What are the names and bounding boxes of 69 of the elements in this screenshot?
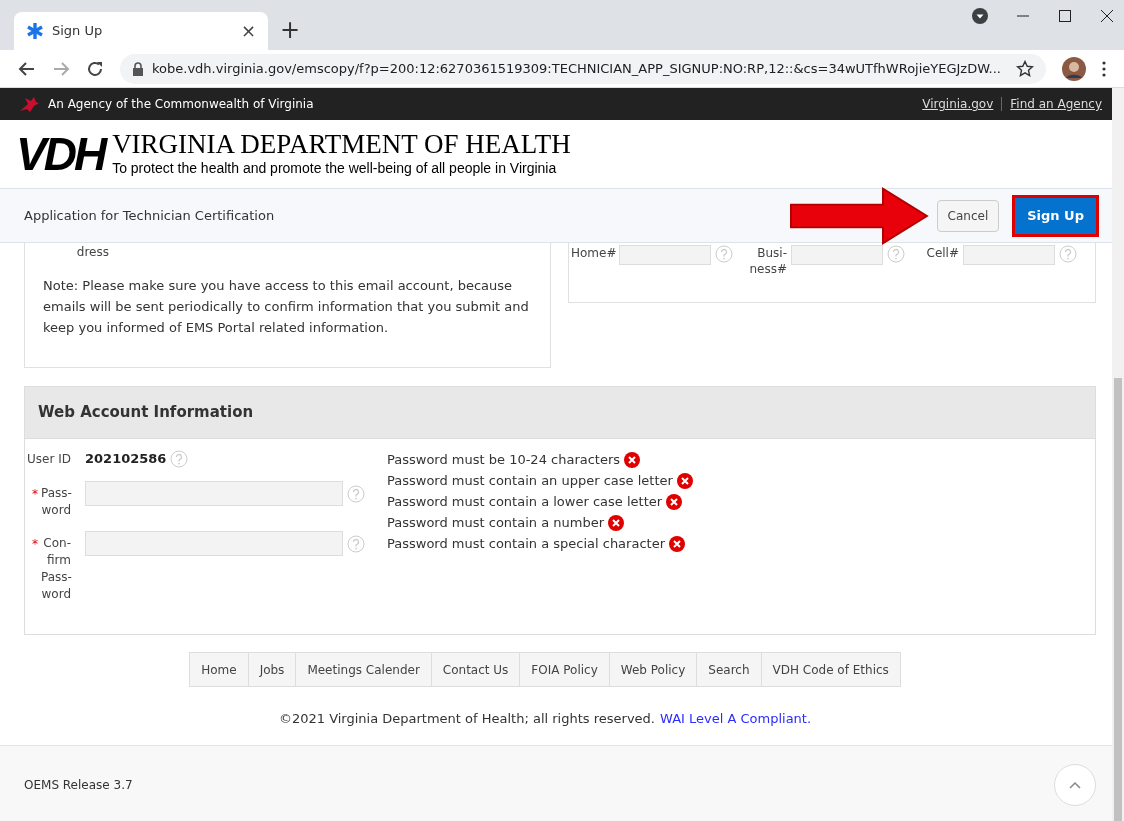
address-bar[interactable]: kobe.vdh.virginia.gov/emscopy/f?p=200:12:6270361519309:TECHNICIAN_APP_SIGNUP:NO:RP,12::&cs=34wUTfhWRojieYEGJzDW... — [120, 53, 1046, 84]
help-icon — [1059, 245, 1077, 263]
footer-link[interactable]: FOIA Policy — [519, 653, 609, 686]
url-text: kobe.vdh.virginia.gov/emscopy/f?p=200:12:6270361519309:TECHNICIAN_APP_SIGNUP:NO:RP,12::&cs=34wUTfhWRojieYEGJzDW... — [152, 59, 1002, 78]
user-id-value: 202102586 — [85, 450, 167, 468]
password-input-field[interactable] — [85, 530, 343, 556]
new-tab-button[interactable]: + — [280, 18, 301, 42]
field-label: Cell# — [925, 245, 959, 261]
phone-input-field[interactable] — [963, 245, 1055, 265]
footer-link[interactable]: Jobs — [247, 653, 296, 686]
star-of-life-icon — [26, 22, 44, 40]
star-icon — [1016, 59, 1034, 78]
password-rule: Password must contain a number — [387, 513, 604, 532]
field-label: Pass-word — [41, 484, 71, 519]
tab-title: Sign Up — [52, 22, 104, 41]
profile-avatar-icon — [1062, 56, 1086, 81]
release-text: OEMS Release 3.7 — [24, 776, 134, 794]
footer-link[interactable]: Search — [696, 653, 761, 686]
agency-link[interactable]: Virginia.gov — [922, 95, 994, 113]
footer-link[interactable]: VDH Code of Ethics — [760, 653, 900, 686]
help-icon — [170, 449, 189, 468]
compliance-link[interactable]: WAI Level A Compliant. — [660, 709, 812, 729]
forward-arrow-icon — [52, 59, 70, 78]
help-icon — [715, 245, 733, 263]
back-arrow-icon — [18, 59, 36, 78]
field-label: dress — [75, 244, 109, 261]
department-tagline: To protect the health and promote the well-being of all people in Virginia — [112, 158, 558, 178]
footer-link[interactable]: Meetings Calender — [295, 653, 431, 686]
required-mark: * — [32, 485, 38, 503]
phone-input-field[interactable] — [791, 245, 883, 265]
cardinal-bird-icon — [18, 95, 40, 113]
help-icon — [347, 534, 365, 553]
footer-link[interactable]: Home — [190, 653, 248, 686]
help-icon — [887, 245, 905, 263]
scrollbar-thumb[interactable] — [1114, 378, 1122, 821]
password-rule: Password must contain an upper case letter — [387, 471, 673, 490]
more-options-icon — [1102, 60, 1106, 77]
maximize-icon — [1058, 9, 1072, 23]
scroll-to-top-button[interactable] — [1054, 763, 1096, 806]
agency-text: An Agency of the Commonwealth of Virginia — [48, 96, 315, 113]
reload-icon — [86, 59, 104, 78]
close-tab-button[interactable]: × — [240, 22, 256, 40]
vdh-logo: VDH — [16, 131, 105, 177]
help-icon — [347, 484, 365, 503]
department-title: VIRGINIA DEPARTMENT OF HEALTH — [112, 129, 571, 158]
lock-icon — [132, 61, 144, 76]
password-rule: Password must be 10-24 characters — [387, 450, 621, 469]
required-mark: * — [32, 535, 38, 553]
agency-link[interactable]: Find an Agency — [1010, 95, 1102, 113]
panel-title: Web Account Information — [38, 402, 254, 424]
field-label: User ID — [27, 450, 71, 468]
password-input-field[interactable] — [85, 480, 343, 506]
cancel-button[interactable]: Cancel — [936, 199, 1000, 232]
close-icon — [1100, 9, 1114, 23]
password-rule: Password must contain a lower case letter — [387, 492, 663, 511]
page-title: Application for Technician Certification — [24, 206, 276, 225]
chevron-up-icon — [1069, 780, 1081, 789]
sign-up-button[interactable]: Sign Up — [1015, 197, 1096, 234]
field-label: Busi-ness# — [748, 245, 787, 277]
copyright-text: ©2021 Virginia Department of Health; all rights reserved. — [278, 710, 655, 728]
browser-tab[interactable]: Sign Up × — [14, 12, 268, 50]
email-note: Note: Please make sure you have access to this email account, because emails will be sent periodically to confirm information that you submit and keep you informed of EMS Portal related information. — [43, 277, 530, 337]
field-label: Home# — [571, 245, 615, 261]
footer-link[interactable]: Web Policy — [608, 653, 697, 686]
phone-input-field[interactable] — [619, 245, 711, 265]
footer-link[interactable]: Contact Us — [430, 653, 520, 686]
password-rule: Password must contain a special character — [387, 534, 665, 553]
dropdown-icon — [972, 8, 988, 24]
field-label: Con-firm Pass-word — [41, 534, 71, 603]
